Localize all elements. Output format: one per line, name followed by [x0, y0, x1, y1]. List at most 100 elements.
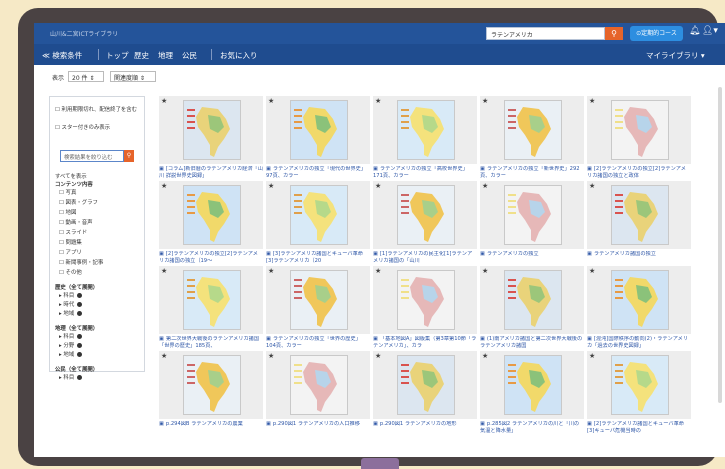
- result-card[interactable]: ★ ▣ ラテンアメリカの独立: [480, 181, 584, 265]
- result-card[interactable]: ★ ▣ [2]ラテンアメリカの独立[2]ラテンアメリカ諸国の独立（19～: [159, 181, 263, 265]
- card-thumbnail[interactable]: ★: [480, 351, 584, 419]
- result-card[interactable]: ★ ▣ [混沌]国際秩序の動向(2)・ラテンアメリカ「過去の世界史図録」: [587, 266, 691, 350]
- card-caption[interactable]: ▣ [2]ラテンアメリカの独立[2]ラテンアメリカ諸国の独立（19～: [159, 251, 263, 265]
- nav-my-library[interactable]: マイライブラリ ▾: [646, 50, 705, 61]
- card-thumbnail[interactable]: ★: [373, 96, 477, 164]
- result-card[interactable]: ★ ▣ [1]ラテンアメリカの民主化[1]ラテンアメリカ諸国の「山川: [373, 181, 477, 265]
- filter-option[interactable]: ▸ 分野: [59, 341, 83, 349]
- card-caption[interactable]: ▣ ラテンアメリカ諸国の独立: [587, 251, 691, 265]
- result-card[interactable]: ★ ▣ p.285図2 ラテンアメリカの川と「川の気温と降水量」: [480, 351, 584, 435]
- star-icon[interactable]: ★: [268, 352, 274, 360]
- card-caption[interactable]: ▣ ラテンアメリカの独立「世界の歴史」104頁、カラー: [266, 336, 370, 350]
- result-card[interactable]: ★ ▣ ラテンアメリカ諸国の独立: [587, 181, 691, 265]
- add-filter-icon[interactable]: [77, 302, 83, 307]
- card-thumbnail[interactable]: ★: [159, 266, 263, 334]
- card-thumbnail[interactable]: ★: [373, 351, 477, 419]
- result-card[interactable]: ★ ▣ [コラム]新旧暦のラテンアメリカ経済「山川 詳説世界史図録」: [159, 96, 263, 180]
- filter-input[interactable]: 検索結果を絞り込む: [60, 150, 124, 162]
- search-button[interactable]: ⚲: [605, 27, 623, 40]
- filter-option[interactable]: ☐ 動画・音声: [59, 218, 93, 226]
- card-thumbnail[interactable]: ★: [266, 96, 370, 164]
- card-thumbnail[interactable]: ★: [266, 351, 370, 419]
- card-thumbnail[interactable]: ★: [587, 351, 691, 419]
- card-thumbnail[interactable]: ★: [587, 181, 691, 249]
- nav-geography[interactable]: 地理: [158, 50, 173, 61]
- star-icon[interactable]: ★: [482, 182, 488, 190]
- card-thumbnail[interactable]: ★: [373, 266, 477, 334]
- card-thumbnail[interactable]: ★: [587, 266, 691, 334]
- show-all-link[interactable]: すべてを表示: [55, 172, 87, 180]
- scrollbar[interactable]: [718, 87, 722, 403]
- filter-option[interactable]: ☐ その他: [59, 268, 82, 276]
- history-header[interactable]: 歴史（全て展開）: [55, 283, 98, 291]
- search-input[interactable]: ラテンアメリカ: [486, 27, 605, 40]
- star-icon[interactable]: ★: [482, 97, 488, 105]
- filter-option[interactable]: ▸ 時代: [59, 300, 83, 308]
- star-icon[interactable]: ★: [375, 352, 381, 360]
- nav-top[interactable]: トップ: [106, 50, 129, 61]
- result-card[interactable]: ★ ▣ ラテンアメリカの独立「高校世界史」171頁、カラー: [373, 96, 477, 180]
- star-icon[interactable]: ★: [375, 182, 381, 190]
- count-select[interactable]: 20 件 ⇕: [68, 71, 104, 82]
- result-card[interactable]: ★ ▣ [3]ラテンアメリカ諸国とキューバ革命[3]ラテンアメリカ（20: [266, 181, 370, 265]
- filter-option[interactable]: ▸ 地域: [59, 350, 83, 358]
- result-card[interactable]: ★ ▣ 第二次世界大戦後のラテンアメリカ諸国「世界の歴史」185頁、: [159, 266, 263, 350]
- filter-option[interactable]: ▸ 科目: [59, 291, 83, 299]
- card-thumbnail[interactable]: ★: [480, 266, 584, 334]
- star-icon[interactable]: ★: [268, 182, 274, 190]
- card-thumbnail[interactable]: ★: [159, 351, 263, 419]
- star-icon[interactable]: ★: [161, 267, 167, 275]
- expired-checkbox[interactable]: ☐ 利用期限切れ、配信終了を含む: [55, 105, 137, 113]
- result-card[interactable]: ★ ▣ ラテンアメリカの独立「新世界史」292頁、カラー: [480, 96, 584, 180]
- star-icon[interactable]: ★: [268, 97, 274, 105]
- user-icon[interactable]: 👤︎▾: [702, 26, 718, 36]
- card-thumbnail[interactable]: ★: [587, 96, 691, 164]
- filter-option[interactable]: ▸ 地域: [59, 309, 83, 317]
- geography-header[interactable]: 地理（全て展開）: [55, 324, 98, 332]
- star-icon[interactable]: ★: [375, 97, 381, 105]
- civics-header[interactable]: 公民（全て展開）: [55, 365, 98, 373]
- add-filter-icon[interactable]: [77, 311, 83, 316]
- add-filter-icon[interactable]: [77, 343, 83, 348]
- card-thumbnail[interactable]: ★: [159, 181, 263, 249]
- card-caption[interactable]: ▣ [コラム]新旧暦のラテンアメリカ経済「山川 詳説世界史図録」: [159, 166, 263, 180]
- result-card[interactable]: ★ ▣ [2]ラテンアメリカ諸国とキューバ革命[3]キューバ危機当時の: [587, 351, 691, 435]
- star-icon[interactable]: ★: [268, 267, 274, 275]
- card-caption[interactable]: ▣ p.285図2 ラテンアメリカの川と「川の気温と降水量」: [480, 421, 584, 435]
- course-button[interactable]: ⊙定期的コース: [630, 26, 683, 41]
- card-thumbnail[interactable]: ★: [373, 181, 477, 249]
- card-caption[interactable]: ▣ 第二次世界大戦後のラテンアメリカ諸国「世界の歴史」185頁、: [159, 336, 263, 350]
- filter-option[interactable]: ☐ 図表・グラフ: [59, 198, 98, 206]
- star-icon[interactable]: ★: [589, 182, 595, 190]
- card-caption[interactable]: ▣ [1]ラテンアメリカの民主化[1]ラテンアメリカ諸国の「山川: [373, 251, 477, 265]
- result-card[interactable]: ★ ▣ 「基本地図A」図版集（第3章第10節「ラテンアメリカ」、カラ: [373, 266, 477, 350]
- star-icon[interactable]: ★: [589, 97, 595, 105]
- card-caption[interactable]: ▣ ラテンアメリカの独立: [480, 251, 584, 265]
- card-caption[interactable]: ▣ ラテンアメリカの独立「高校世界史」171頁、カラー: [373, 166, 477, 180]
- card-thumbnail[interactable]: ★: [159, 96, 263, 164]
- card-caption[interactable]: ▣ ラテンアメリカの独立「現代の世界史」97頁、カラー: [266, 166, 370, 180]
- filter-option[interactable]: ☐ 問題集: [59, 238, 82, 246]
- star-icon[interactable]: ★: [161, 352, 167, 360]
- filter-option[interactable]: ▸ 科目: [59, 373, 83, 381]
- result-card[interactable]: ★ ▣ [2]ラテンアメリカの独立[2]ラテンアメリカ諸国の独立と政体: [587, 96, 691, 180]
- card-caption[interactable]: ▣ [2]ラテンアメリカ諸国とキューバ革命[3]キューバ危機当時の: [587, 421, 691, 435]
- filter-option[interactable]: ☐ 新聞事例・記事: [59, 258, 103, 266]
- filter-option[interactable]: ☐ 地図: [59, 208, 76, 216]
- bell-icon[interactable]: 🔔︎: [689, 26, 700, 36]
- nav-civics[interactable]: 公民: [182, 50, 197, 61]
- result-card[interactable]: ★ ▣ (1)南アメリカ諸国と第二次世界大戦後のラテンアメリカ諸国: [480, 266, 584, 350]
- star-icon[interactable]: ★: [161, 97, 167, 105]
- filter-option[interactable]: ☐ 写真: [59, 188, 76, 196]
- nav-history[interactable]: 歴史: [134, 50, 149, 61]
- card-caption[interactable]: ▣ 「基本地図A」図版集（第3章第10節「ラテンアメリカ」、カラ: [373, 336, 477, 350]
- filter-search-button[interactable]: ⚲: [124, 150, 134, 162]
- card-thumbnail[interactable]: ★: [480, 181, 584, 249]
- star-icon[interactable]: ★: [375, 267, 381, 275]
- card-thumbnail[interactable]: ★: [480, 96, 584, 164]
- result-card[interactable]: ★ ▣ p.290図1 ラテンアメリカの地形: [373, 351, 477, 435]
- star-icon[interactable]: ★: [482, 352, 488, 360]
- star-icon[interactable]: ★: [589, 267, 595, 275]
- add-filter-icon[interactable]: [77, 352, 83, 357]
- card-caption[interactable]: ▣ p.290図1 ラテンアメリカの地形: [373, 421, 477, 435]
